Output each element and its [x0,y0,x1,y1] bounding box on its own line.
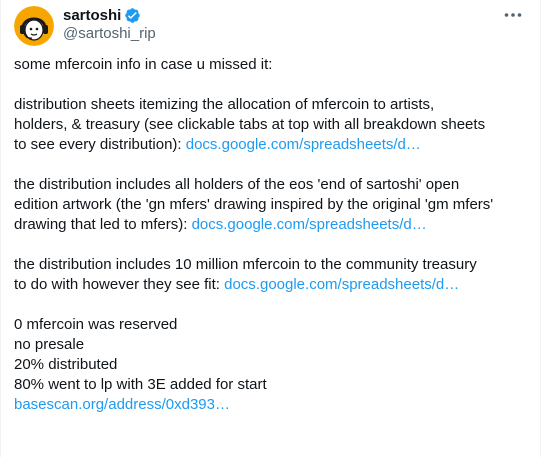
verified-badge-icon [124,7,141,24]
tweet-text: some mfercoin info in case u missed it: … [14,55,529,415]
tweet-paragraph-tokenomics: 0 mfercoin was reserved no presale 20% d… [14,315,529,415]
text-line: to see every distribution): docs.google.… [14,135,529,155]
text-fragment: to see every distribution): [14,136,186,153]
text-line: drawing that led to mfers): docs.google.… [14,215,529,235]
author-handle[interactable]: @sartoshi_rip [63,25,156,42]
text-line: the distribution includes all holders of… [14,176,460,193]
text-line: to do with however they see fit: docs.go… [14,275,529,295]
spreadsheet-link-2[interactable]: docs.google.com/spreadsheets/d… [192,216,427,233]
tweet-paragraph-distribution-sheets: distribution sheets itemizing the alloca… [14,95,529,155]
avatar[interactable] [14,6,54,46]
tweet-paragraph-treasury: the distribution includes 10 million mfe… [14,255,529,295]
text-line: 20% distributed [14,356,118,373]
avatar-image [14,6,54,46]
spreadsheet-link-3[interactable]: docs.google.com/spreadsheets/d… [224,276,459,293]
more-options-button[interactable] [502,6,524,24]
spreadsheet-link-1[interactable]: docs.google.com/spreadsheets/d… [186,136,421,153]
text-line: 0 mfercoin was reserved [14,316,178,333]
text-line: distribution sheets itemizing the alloca… [14,96,435,113]
more-horizontal-icon [504,13,522,17]
display-name[interactable]: sartoshi [63,7,121,24]
text-fragment: drawing that led to mfers): [14,216,192,233]
text-fragment: to do with however they see fit: [14,276,225,293]
basescan-link[interactable]: basescan.org/address/0xd393… [14,396,230,413]
author-name-row: sartoshi [63,5,141,25]
text-line: no presale [14,336,85,353]
intro-line: some mfercoin info in case u missed it: [14,56,273,73]
left-border [0,0,1,457]
text-line: holders, & treasury (see clickable tabs … [14,116,486,133]
text-line: edition artwork (the 'gn mfers' drawing … [14,196,494,213]
text-line: the distribution includes 10 million mfe… [14,256,477,273]
tweet-intro: some mfercoin info in case u missed it: [14,55,529,75]
text-line: basescan.org/address/0xd393… [14,395,529,415]
tweet-paragraph-eos-holders: the distribution includes all holders of… [14,175,529,235]
text-line: 80% went to lp with 3E added for start [14,376,267,393]
